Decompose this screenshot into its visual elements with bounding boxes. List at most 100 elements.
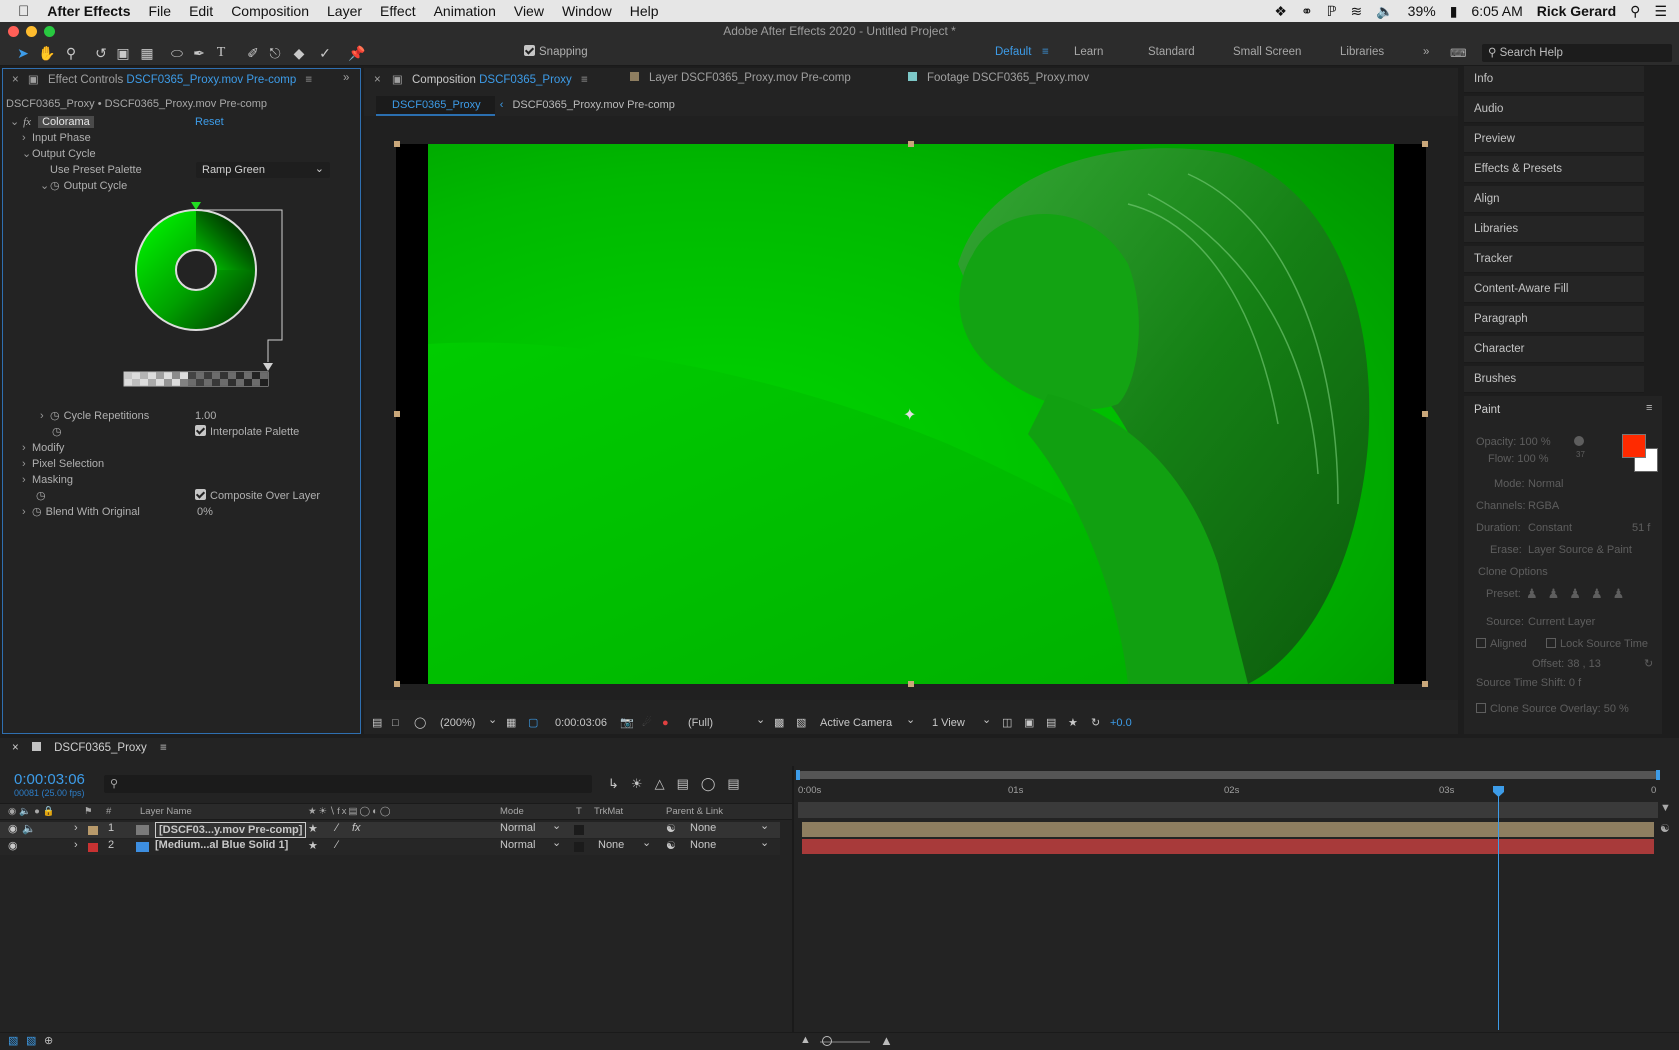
chevron-right-icon[interactable]: ›	[22, 472, 32, 488]
menu-layer[interactable]: Layer	[327, 3, 362, 19]
effects-presets-panel-header[interactable]: Effects & Presets	[1464, 156, 1644, 183]
time-ruler[interactable]: 0:00s 01s 02s 03s 0	[798, 782, 1658, 802]
chevron-down-icon[interactable]: ⌄	[906, 709, 915, 731]
menu-composition[interactable]: Composition	[231, 3, 309, 19]
layer-bar-1[interactable]	[802, 822, 1654, 837]
lock-source-time-toggle[interactable]: Lock Source Time	[1546, 638, 1648, 650]
menu-file[interactable]: File	[149, 3, 172, 19]
dropbox-icon[interactable]: ❖	[1274, 3, 1287, 20]
pen-tool-icon[interactable]: ✒	[190, 44, 208, 62]
blend-with-original-row[interactable]: › ◷ Blend With Original	[22, 504, 140, 520]
duration-frames[interactable]: 51 f	[1632, 522, 1650, 534]
hand-tool-icon[interactable]: ✋	[38, 44, 56, 62]
tracker-panel-header[interactable]: Tracker	[1464, 246, 1644, 273]
col-mode[interactable]: Mode	[500, 804, 524, 820]
label-column-icon[interactable]: ⚑	[84, 804, 93, 820]
chevron-down-icon[interactable]: ⌄	[982, 709, 991, 731]
visibility-eye-icon[interactable]: ◉	[8, 839, 18, 852]
audio-panel-header[interactable]: Audio	[1464, 96, 1644, 123]
workspace-libraries[interactable]: Libraries	[1340, 46, 1384, 58]
zoom-slider-thumb[interactable]	[822, 1036, 832, 1046]
reset-exposure-icon[interactable]: ↻	[1091, 712, 1100, 734]
workspace-standard[interactable]: Standard	[1148, 46, 1195, 58]
info-panel-header[interactable]: Info	[1464, 66, 1644, 93]
chevron-down-icon[interactable]: ⌄	[40, 178, 50, 194]
in-out-icon[interactable]: ⊕	[44, 1034, 53, 1047]
interpolate-checkbox[interactable]	[195, 425, 206, 436]
selection-tool-icon[interactable]: ➤	[14, 44, 32, 62]
flowchart-icon[interactable]: ★	[1068, 712, 1078, 734]
app-menu[interactable]: After Effects	[47, 3, 130, 19]
col-layer-name[interactable]: Layer Name	[140, 804, 192, 820]
zoom-in-icon[interactable]: ▲	[880, 1033, 893, 1048]
collapse-switch-icon[interactable]: ★	[308, 822, 318, 835]
comp-mini-flowchart-icon[interactable]: ↳	[608, 776, 631, 791]
camera-tool-icon[interactable]: ▣	[114, 44, 132, 62]
paint-flow[interactable]: Flow: 100 %	[1488, 453, 1549, 465]
parent-pickwhip-icon[interactable]: ☯	[666, 822, 676, 835]
apple-menu-icon[interactable]: 	[18, 3, 29, 20]
stopwatch-icon[interactable]: ◷	[50, 180, 60, 192]
colorama-effect-row[interactable]: ⌄ fx Colorama Reset	[10, 114, 344, 130]
brushes-panel-header[interactable]: Brushes	[1464, 366, 1644, 393]
timeline-timecode[interactable]: 0:00:03:06	[14, 771, 85, 788]
panel-menu-icon[interactable]: ≡	[305, 74, 312, 86]
layer-row[interactable]: ◉ › 2 [Medium...al Blue Solid 1] ★ ∕ Normal ⌄ No…	[0, 836, 780, 855]
eraser-tool-icon[interactable]: ◆	[290, 44, 308, 62]
modify-row[interactable]: › Modify	[22, 440, 64, 456]
sync-settings-icon[interactable]: ⌨	[1450, 46, 1467, 60]
chevron-down-icon[interactable]: ⌄	[760, 836, 769, 849]
layer-search-field[interactable]: ⚲	[104, 775, 592, 793]
composite-over-layer-toggle[interactable]: Composite Over Layer	[195, 488, 320, 504]
footage-tab[interactable]: Footage DSCF0365_Proxy.mov	[908, 72, 1089, 94]
paragraph-panel-header[interactable]: Paragraph	[1464, 306, 1644, 333]
mode-dropdown[interactable]: Normal	[1528, 478, 1563, 490]
draft-3d-icon[interactable]: ☀	[631, 776, 655, 791]
current-time-indicator[interactable]	[1498, 786, 1499, 1030]
quality-switch-icon[interactable]: ∕	[336, 822, 338, 834]
preserve-transparency-box[interactable]	[574, 842, 584, 852]
col-number[interactable]: #	[106, 804, 111, 820]
handle-mr[interactable]	[1422, 411, 1428, 417]
work-area-start[interactable]	[796, 770, 800, 780]
reset-offset-icon[interactable]: ↻	[1644, 657, 1653, 670]
rotation-tool-icon[interactable]: ↺	[92, 44, 110, 62]
layer-switches-icon[interactable]: ▧	[8, 1034, 18, 1047]
timeline-icon[interactable]: ▤	[1046, 712, 1056, 734]
output-cycle-wheel[interactable]	[118, 200, 298, 400]
effect-name[interactable]: Colorama	[38, 116, 94, 128]
parent-dropdown[interactable]: None	[690, 839, 716, 851]
snapping-checkbox[interactable]	[524, 45, 535, 56]
mask-visibility-icon[interactable]: □	[392, 712, 399, 734]
chevron-right-icon[interactable]: ›	[22, 456, 32, 472]
close-tab-icon[interactable]: ×	[374, 74, 381, 86]
handle-bl[interactable]	[394, 681, 400, 687]
always-preview-icon[interactable]: ▤	[372, 712, 382, 734]
masking-row[interactable]: › Masking	[22, 472, 73, 488]
brush-tool-icon[interactable]: ✐	[244, 44, 262, 62]
source-dropdown[interactable]: Current Layer	[1528, 616, 1595, 628]
workspace-menu-icon[interactable]: ≡	[1042, 46, 1049, 58]
paint-panel-title[interactable]: Paint	[1474, 404, 1500, 416]
notification-center-icon[interactable]: ☰	[1654, 3, 1667, 20]
panel-menu-icon[interactable]: ≡	[581, 74, 588, 86]
show-snapshot-icon[interactable]: ☄	[642, 712, 652, 734]
shy-layers-icon[interactable]: △	[655, 776, 677, 791]
stopwatch-icon[interactable]: ◷	[50, 410, 60, 422]
menu-window[interactable]: Window	[562, 3, 612, 19]
composition-tab[interactable]: × ▣ Composition DSCF0365_Proxy ≡	[374, 72, 588, 94]
parent-dropdown[interactable]: None	[690, 822, 716, 834]
color-channels-icon[interactable]: ●	[662, 712, 669, 734]
col-t[interactable]: T	[576, 804, 582, 820]
search-help-field[interactable]: ⚲ Search Help	[1482, 44, 1672, 62]
type-tool-icon[interactable]: T	[212, 44, 230, 62]
zoom-dropdown[interactable]: (200%)	[440, 712, 475, 734]
transfer-controls-icon[interactable]: ▧	[26, 1034, 36, 1047]
libraries-panel-header[interactable]: Libraries	[1464, 216, 1644, 243]
layer-label-color[interactable]	[88, 826, 98, 835]
aligned-toggle[interactable]: Aligned	[1476, 638, 1527, 650]
chevron-right-icon[interactable]: ›	[74, 822, 78, 834]
chevron-right-icon[interactable]: ›	[22, 504, 32, 520]
layer-name[interactable]: [DSCF03...y.mov Pre-comp]	[155, 822, 307, 838]
minimize-window-button[interactable]	[26, 26, 37, 37]
